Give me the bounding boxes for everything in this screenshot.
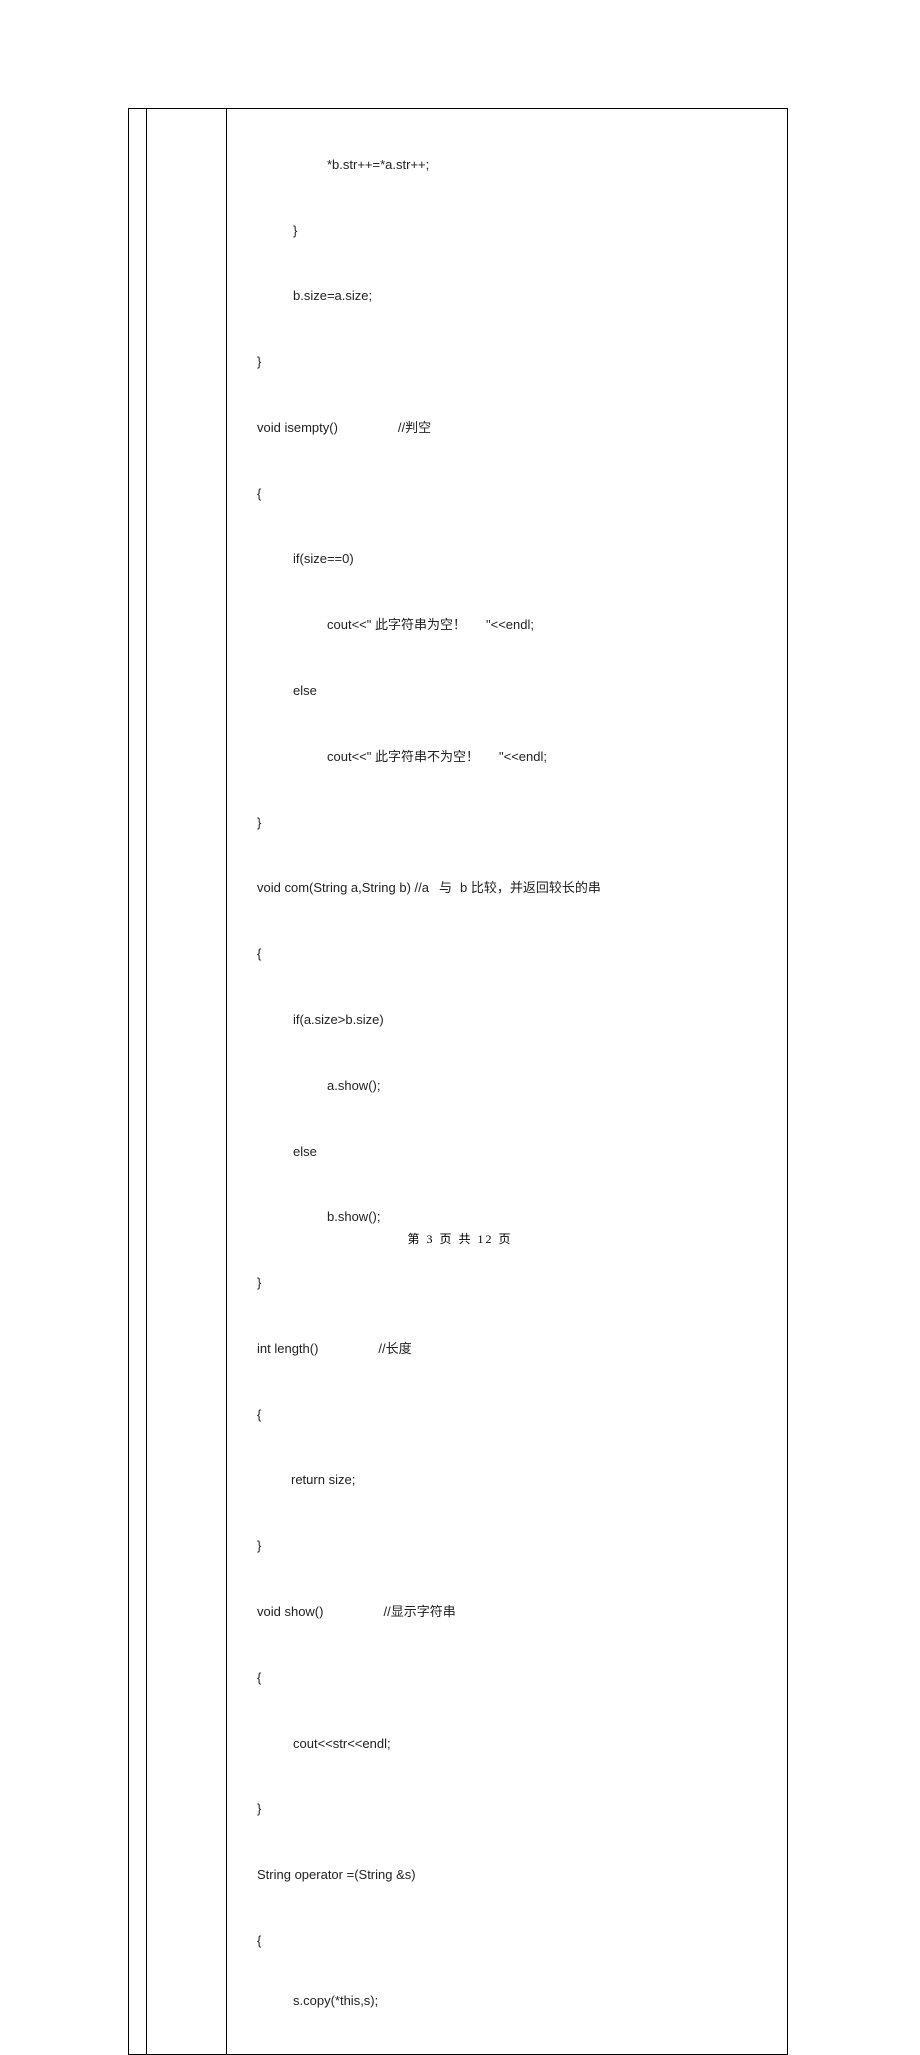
code-line: void isempty() //判空	[237, 412, 777, 444]
code-line: void com(String a,String b) //a 与 b 比较，并返回…	[237, 872, 777, 904]
document-table: *b.str++=*a.str++; } b.size=a.size; } vo…	[128, 108, 788, 2055]
code-line: }	[237, 1267, 777, 1299]
code-line: if(size==0)	[237, 543, 777, 575]
code-line: s.copy(*this,s);	[237, 1991, 777, 2011]
code-line: String operator =(String &s)	[237, 1859, 777, 1891]
code-line: {	[237, 1662, 777, 1694]
code-block: *b.str++=*a.str++; } b.size=a.size; } vo…	[237, 115, 777, 2044]
code-comment: //长度	[378, 1333, 411, 1365]
code-line: void show() //显示字符串	[237, 1596, 777, 1628]
code-line: if(a.size>b.size)	[237, 1004, 777, 1036]
code-text: void show()	[257, 1604, 323, 1619]
code-line: a.show();	[237, 1070, 777, 1102]
code-line: *b.str++=*a.str++;	[237, 149, 777, 181]
page-footer: 第 3 页 共 12 页	[0, 1230, 920, 1247]
code-text: 与	[439, 880, 452, 895]
code-text: "<<endl;	[486, 617, 534, 632]
code-line: }	[237, 1530, 777, 1562]
table-col-code: *b.str++=*a.str++; } b.size=a.size; } vo…	[227, 109, 787, 2054]
code-line: }	[237, 215, 777, 247]
code-line: {	[237, 938, 777, 970]
code-line: {	[237, 1399, 777, 1431]
code-line: {	[237, 478, 777, 510]
code-text: cout<<" 此字符串不为空！	[327, 749, 479, 764]
code-comment: //判空	[398, 412, 431, 444]
table-col-2	[147, 109, 227, 2054]
code-line: cout<<str<<endl;	[237, 1728, 777, 1760]
code-comment: b 比较，并返回较长的串	[460, 880, 601, 895]
code-line: b.size=a.size;	[237, 280, 777, 312]
code-line: {	[237, 1925, 777, 1957]
code-line: }	[237, 807, 777, 839]
table-col-1	[129, 109, 147, 2054]
code-text: void isempty()	[257, 420, 338, 435]
code-text: void com(String a,String b) //a	[257, 880, 429, 895]
code-line: }	[237, 346, 777, 378]
code-line: }	[237, 1793, 777, 1825]
code-text: "<<endl;	[499, 749, 547, 764]
code-line: b.show();	[237, 1201, 777, 1233]
code-line: cout<<" 此字符串不为空！ "<<endl;	[237, 741, 777, 773]
code-line: else	[237, 1136, 777, 1168]
code-line: return size;	[237, 1464, 777, 1496]
code-text: int length()	[257, 1341, 318, 1356]
code-line: int length() //长度	[237, 1333, 777, 1365]
code-comment: //显示字符串	[383, 1596, 455, 1628]
code-line: else	[237, 675, 777, 707]
code-line: cout<<" 此字符串为空！ "<<endl;	[237, 609, 777, 641]
code-text: cout<<" 此字符串为空！	[327, 617, 466, 632]
